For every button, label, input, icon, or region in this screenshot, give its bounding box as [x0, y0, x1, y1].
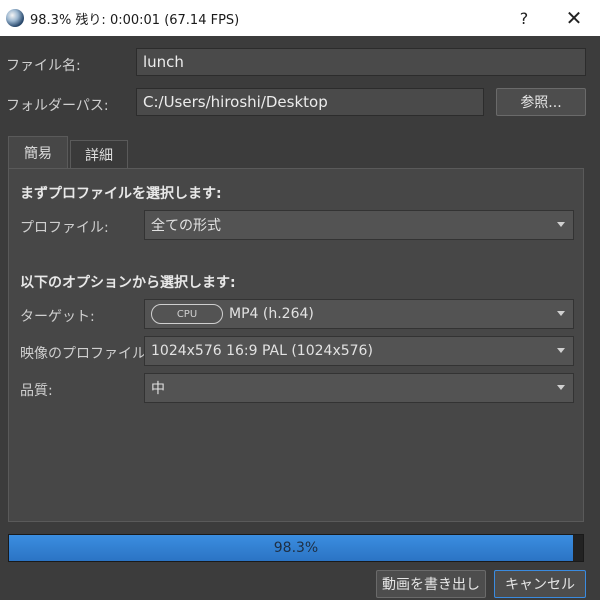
help-button[interactable]: ?	[500, 0, 548, 36]
video-profile-select[interactable]: 1024x576 16:9 PAL (1024x576)	[144, 336, 574, 366]
progress-text: 98.3%	[273, 540, 319, 556]
video-profile-select-value: 1024x576 16:9 PAL (1024x576)	[151, 343, 373, 359]
target-select-value: MP4 (h.264)	[229, 306, 314, 322]
options-section-title: 以下のオプションから選択します:	[20, 275, 236, 291]
filename-input[interactable]: lunch	[136, 48, 586, 76]
quality-select-value: 中	[151, 381, 165, 397]
window-title: 98.3% 残り: 0:00:01 (67.14 FPS)	[30, 12, 240, 28]
tab-simple[interactable]: 簡易	[8, 136, 68, 169]
tab-advanced[interactable]: 詳細	[70, 140, 128, 169]
profile-section-title: まずプロファイルを選択します:	[20, 186, 222, 202]
target-select[interactable]: CPU MP4 (h.264)	[144, 299, 574, 329]
cancel-button[interactable]: キャンセル	[494, 570, 586, 598]
cpu-badge: CPU	[151, 304, 223, 324]
title-bar: 98.3% 残り: 0:00:01 (67.14 FPS) ? ✕	[0, 0, 600, 36]
export-video-button[interactable]: 動画を書き出し	[376, 570, 486, 598]
app-icon	[6, 9, 24, 27]
close-button[interactable]: ✕	[548, 0, 600, 36]
chevron-down-icon	[557, 222, 565, 227]
quality-select[interactable]: 中	[144, 373, 574, 403]
chevron-down-icon	[557, 348, 565, 353]
quality-label: 品質:	[20, 383, 53, 399]
browse-button[interactable]: 参照...	[496, 88, 586, 116]
video-profile-label: 映像のプロファイル:	[20, 346, 151, 362]
profile-select-value: 全ての形式	[151, 218, 221, 234]
chevron-down-icon	[557, 311, 565, 316]
folder-label: フォルダーパス:	[6, 98, 109, 114]
profile-label: プロファイル:	[20, 220, 109, 236]
chevron-down-icon	[557, 385, 565, 390]
folder-path-input[interactable]: C:/Users/hiroshi/Desktop	[136, 88, 484, 116]
profile-select[interactable]: 全ての形式	[144, 210, 574, 240]
filename-label: ファイル名:	[6, 58, 81, 74]
export-progress-bar: 98.3%	[8, 534, 584, 562]
target-label: ターゲット:	[20, 309, 95, 325]
